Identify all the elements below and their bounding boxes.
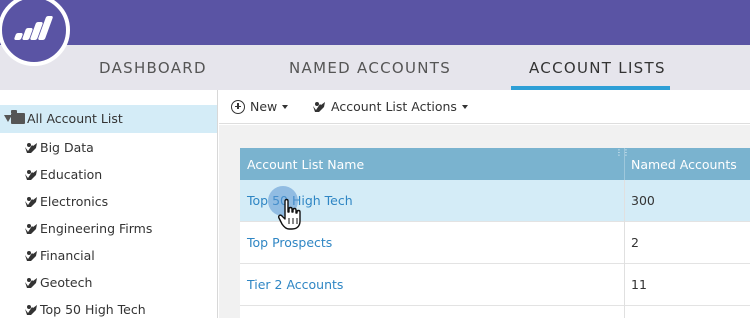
tree-item-electronics[interactable]: Electronics <box>0 189 217 216</box>
tree-item-education[interactable]: Education <box>0 162 217 189</box>
tree-item-label: Top 50 High Tech <box>40 302 146 317</box>
new-button[interactable]: New <box>231 99 289 114</box>
tree-root-all-account-list[interactable]: All Account List <box>0 105 217 133</box>
tree-item-label: Financial <box>40 248 95 263</box>
account-list-name-link[interactable]: Tier 2 Accounts <box>247 277 343 292</box>
named-accounts-count: 2 <box>631 235 639 250</box>
column-divider <box>624 180 625 318</box>
account-list-actions-button[interactable]: Account List Actions <box>312 99 468 114</box>
table-row[interactable]: Top Prospects 2 <box>240 222 750 264</box>
account-list-icon <box>25 305 37 315</box>
account-list-icon <box>25 251 37 261</box>
tree-item-label: Geotech <box>40 275 93 290</box>
tab-named-accounts[interactable]: NAMED ACCOUNTS <box>289 59 451 77</box>
account-lists-table: Account List Name ⋮⋮ Named Accounts Top … <box>240 148 750 318</box>
account-list-tree: All Account List Big Data Education Elec… <box>0 90 218 318</box>
plus-circle-icon <box>231 99 245 114</box>
table-row[interactable]: Top 50 High Tech 300 <box>240 180 750 222</box>
new-button-label: New <box>250 99 278 114</box>
account-list-icon <box>25 197 37 207</box>
chevron-down-icon <box>282 104 289 109</box>
tree-item-financial[interactable]: Financial <box>0 243 217 270</box>
column-header-named-accounts[interactable]: Named Accounts <box>631 157 737 172</box>
toolbar: New Account List Actions <box>219 90 750 124</box>
tree-item-label: Electronics <box>40 194 109 209</box>
hand-cursor-icon <box>278 198 301 230</box>
table-header: Account List Name ⋮⋮ Named Accounts <box>240 148 750 180</box>
chevron-down-icon <box>461 104 468 109</box>
tab-dashboard[interactable]: DASHBOARD <box>99 59 207 77</box>
app-header <box>0 0 750 45</box>
account-list-icon <box>25 143 37 153</box>
tree-item-geotech[interactable]: Geotech <box>0 270 217 297</box>
named-accounts-count: 11 <box>631 277 647 292</box>
account-list-icon <box>25 278 37 288</box>
tree-item-top-50-high-tech[interactable]: Top 50 High Tech <box>0 297 217 324</box>
folder-icon <box>11 110 25 124</box>
account-list-icon <box>25 170 37 180</box>
tree-item-big-data[interactable]: Big Data <box>0 135 217 162</box>
tree-item-label: Engineering Firms <box>40 221 153 236</box>
column-header-account-list-name[interactable]: Account List Name <box>247 157 364 172</box>
account-list-name-link[interactable]: Top Prospects <box>247 235 332 250</box>
column-resize-grip-icon[interactable]: ⋮⋮ <box>615 149 630 157</box>
tree-item-engineering-firms[interactable]: Engineering Firms <box>0 216 217 243</box>
account-list-icon <box>25 224 37 234</box>
tree-root-label: All Account List <box>27 111 123 126</box>
tab-account-lists[interactable]: ACCOUNT LISTS <box>529 59 666 77</box>
table-row[interactable]: Tier 2 Accounts 11 <box>240 264 750 306</box>
named-accounts-count: 300 <box>631 193 655 208</box>
tree-item-label: Education <box>40 167 103 182</box>
main-tabs: DASHBOARD NAMED ACCOUNTS ACCOUNT LISTS <box>0 45 750 90</box>
tree-item-label: Big Data <box>40 140 94 155</box>
account-list-actions-label: Account List Actions <box>331 99 457 114</box>
column-divider[interactable] <box>624 148 625 180</box>
account-list-icon <box>313 101 325 112</box>
